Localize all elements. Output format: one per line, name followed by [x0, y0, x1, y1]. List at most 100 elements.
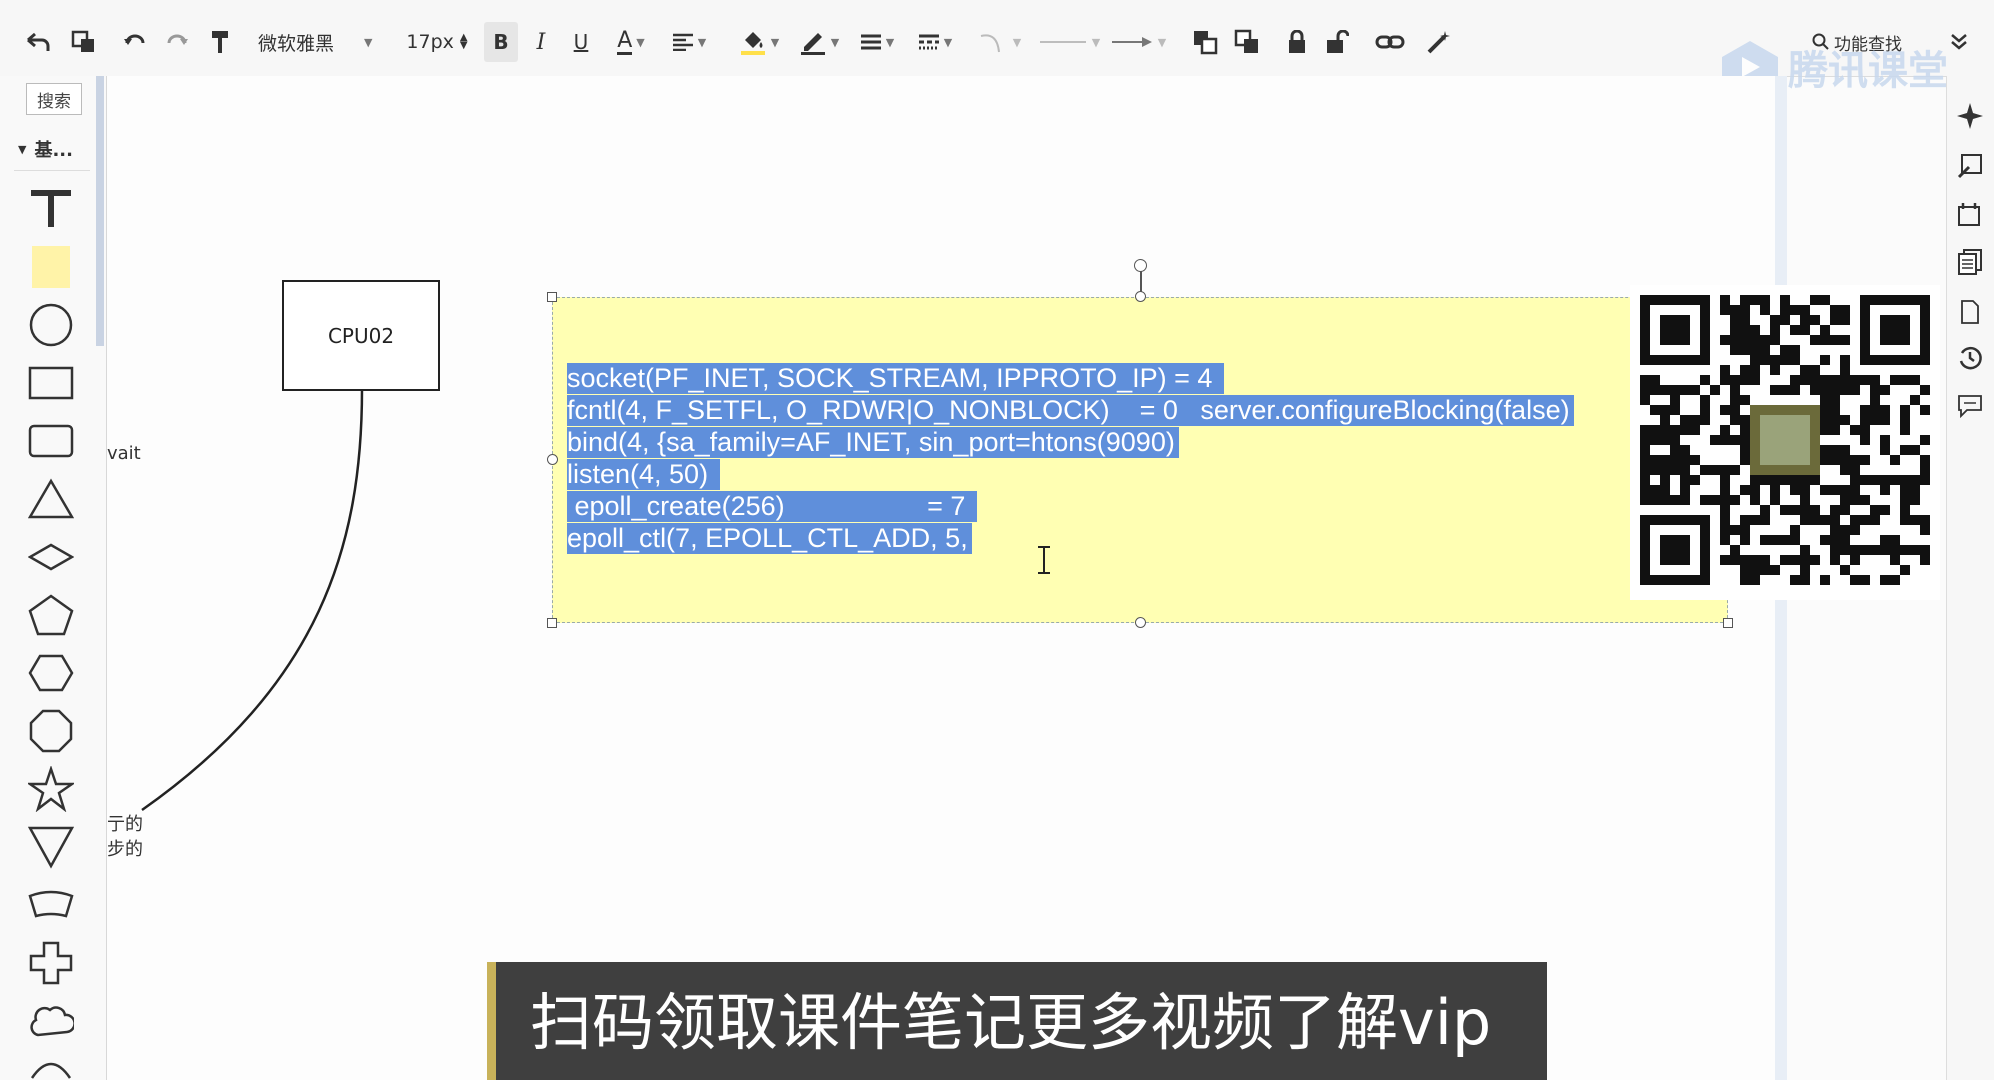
shape-category-basic[interactable]: ▼ 基... [18, 136, 88, 162]
chevron-down-icon: ▼ [885, 35, 895, 49]
chevron-down-icon: ▼ [697, 35, 707, 49]
comment-icon[interactable] [1952, 388, 1988, 424]
triangle-tool-icon[interactable] [26, 476, 76, 522]
cpu-connector-line[interactable] [100, 385, 380, 815]
trapezoid-tool-icon[interactable] [26, 882, 76, 928]
cross-tool-icon[interactable] [26, 940, 76, 986]
line-start-button[interactable]: ▼ [1036, 22, 1102, 62]
format-panel-icon[interactable] [1952, 148, 1988, 184]
promo-banner-text: 扫码领取课件笔记更多视频了解vip [530, 986, 1492, 1059]
left-panel-scrollbar[interactable] [96, 76, 104, 346]
toolbar: 微软雅黑 ▼ 17px ▲ ▼ B I U A ▼ ▼ ▼ ▼ ▼ ▼ ▼ ▼ ▼ [0, 0, 1994, 77]
resize-handle-bottom[interactable] [1135, 617, 1146, 628]
navigator-icon[interactable] [1952, 98, 1988, 134]
diamond-tool-icon[interactable] [26, 534, 76, 580]
chevron-down-icon: ▼ [1012, 35, 1022, 49]
pencil-icon [800, 33, 825, 55]
line-width-icon [860, 34, 881, 50]
magic-wand-icon [1427, 31, 1450, 54]
panel-divider [14, 170, 90, 171]
resize-handle-left[interactable] [547, 454, 558, 465]
font-color-button[interactable]: A ▼ [608, 22, 654, 62]
octagon-tool-icon[interactable] [26, 708, 76, 754]
italic-button[interactable]: I [526, 22, 556, 62]
cpu02-label: CPU02 [327, 323, 395, 348]
curve-connector-icon [980, 34, 1000, 53]
stepper-icon: ▲ ▼ [459, 32, 468, 51]
font-size-value: 17px [406, 31, 454, 53]
note-line-5[interactable]: epoll_create(256) = 7 [567, 491, 977, 522]
document-icon[interactable] [1952, 294, 1988, 330]
note-line-2[interactable]: fcntl(4, F_SETFL, O_RDWR|O_NONBLOCK) = 0… [567, 395, 1574, 426]
hexagon-tool-icon[interactable] [26, 650, 76, 696]
partial-shape-tool-icon[interactable] [26, 1056, 76, 1080]
note-line-6[interactable]: epoll_ctl(7, EPOLL_CTL_ADD, 5, [567, 523, 972, 554]
send-to-back-icon [1234, 29, 1258, 53]
link-icon [1375, 35, 1405, 49]
lock-button[interactable] [1280, 22, 1314, 62]
cpu02-box[interactable]: CPU02 [282, 280, 440, 391]
partial-text-line-2: 步的 [107, 839, 143, 860]
paint-bucket-icon [740, 32, 765, 55]
shape-search-button[interactable]: 搜索 [26, 83, 82, 115]
resize-handle-br[interactable] [1723, 618, 1733, 628]
text-tool-icon[interactable] [26, 186, 76, 232]
qr-code [1630, 285, 1940, 600]
pentagon-tool-icon[interactable] [26, 592, 76, 638]
bring-to-front-icon [1194, 31, 1218, 55]
connector-type-button[interactable]: ▼ [976, 22, 1024, 62]
qr-code-image [1640, 295, 1930, 585]
selection-outline [552, 297, 1728, 623]
bring-front-button[interactable] [1188, 22, 1222, 62]
resize-handle-top[interactable] [1135, 291, 1146, 302]
circle-tool-icon[interactable] [26, 302, 76, 348]
underline-button[interactable]: U [566, 22, 596, 62]
line-style-button[interactable]: ▼ [912, 22, 958, 62]
resize-handle-bl[interactable] [547, 618, 557, 628]
magic-wand-button[interactable] [1422, 22, 1456, 62]
layers-icon[interactable] [1952, 244, 1988, 280]
redo-icon[interactable] [160, 22, 194, 62]
rectangle-tool-icon[interactable] [26, 360, 76, 406]
triangle-down-icon: ▼ [18, 142, 27, 156]
note-line-3[interactable]: bind(4, {sa_family=AF_INET, sin_port=hto… [567, 427, 1179, 458]
watermark-text: 腾讯课堂 [1788, 48, 1948, 94]
partial-text-wait: vait [107, 443, 141, 464]
history-icon[interactable] [1952, 340, 1988, 376]
unlock-button[interactable] [1320, 22, 1354, 62]
undo-arrow-icon[interactable] [20, 22, 56, 62]
rotate-handle[interactable] [1134, 259, 1147, 272]
chevron-down-icon: ▼ [364, 35, 373, 49]
undo-icon[interactable] [118, 22, 152, 62]
shape-category-label: 基... [34, 140, 73, 161]
chevron-down-icon: ▼ [636, 35, 645, 49]
arrow-end-icon [1111, 37, 1152, 47]
star-tool-icon[interactable] [26, 766, 76, 812]
rounded-rectangle-tool-icon[interactable] [26, 418, 76, 464]
font-family-select[interactable]: 微软雅黑 ▼ [258, 22, 378, 62]
page-settings-icon[interactable] [1952, 196, 1988, 232]
font-color-label: A [617, 27, 633, 55]
align-button[interactable]: ▼ [666, 22, 712, 62]
rotate-stem [1140, 270, 1142, 292]
cloud-tool-icon[interactable] [26, 998, 76, 1044]
collapse-toolbar-button[interactable] [1944, 22, 1974, 62]
line-color-button[interactable]: ▼ [794, 22, 844, 62]
inverted-triangle-tool-icon[interactable] [26, 824, 76, 870]
font-size-select[interactable]: 17px ▲ ▼ [402, 22, 472, 62]
line-width-button[interactable]: ▼ [854, 22, 900, 62]
link-button[interactable] [1370, 22, 1410, 62]
chevron-down-icon: ▼ [1157, 35, 1167, 49]
fill-color-button[interactable]: ▼ [734, 22, 784, 62]
sticky-note-tool-icon[interactable] [26, 244, 76, 290]
note-line-4[interactable]: listen(4, 50) [567, 459, 720, 490]
resize-handle-tl[interactable] [547, 292, 557, 302]
format-painter-icon[interactable] [204, 22, 236, 62]
dash-style-icon [918, 34, 939, 50]
double-chevron-down-icon [1951, 34, 1967, 50]
line-end-button[interactable]: ▼ [1108, 22, 1168, 62]
clear-style-icon[interactable] [66, 22, 102, 62]
note-line-1[interactable]: socket(PF_INET, SOCK_STREAM, IPPROTO_IP)… [567, 363, 1224, 394]
bold-button[interactable]: B [484, 22, 518, 62]
send-back-button[interactable] [1230, 22, 1264, 62]
